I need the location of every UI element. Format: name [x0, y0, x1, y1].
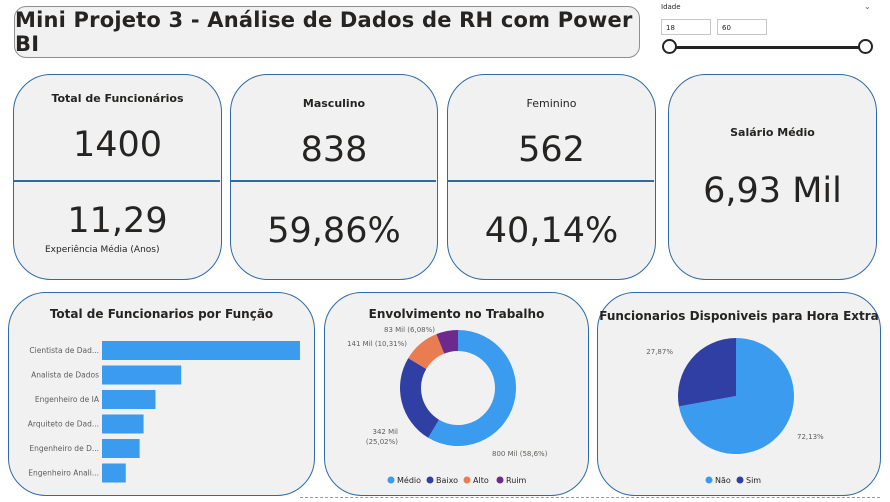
kpi-female-value: 562	[518, 130, 585, 170]
kpi-male-value: 838	[300, 130, 368, 170]
kpi-male-pct: 59,86%	[267, 211, 401, 251]
kpi-card-salary: Salário Médio 6,93 Mil	[668, 74, 877, 280]
legend-label[interactable]: Ruim	[506, 476, 526, 485]
chart-card-role: Total de Funcionarios por Função Cientis…	[8, 292, 315, 496]
bar[interactable]	[102, 365, 182, 385]
slicer-min-input[interactable]: 18	[661, 19, 711, 35]
donut-data-label: 83 Mil (6,08%)	[384, 326, 435, 334]
kpi-card-male: Masculino 838 59,86%	[230, 74, 438, 280]
legend-dot	[496, 476, 504, 484]
bottom-divider	[300, 497, 880, 502]
legend-dot	[705, 476, 713, 484]
legend-label[interactable]: Baixo	[436, 476, 458, 485]
slider-handle-min[interactable]	[662, 39, 677, 54]
pie-chart: 72,13% 27,87% Não Sim	[646, 338, 824, 485]
bar-category-label: Cientista de Dad...	[29, 346, 99, 355]
legend-label[interactable]: Médio	[397, 475, 421, 485]
legend-label[interactable]: Alto	[473, 476, 489, 485]
bar-category-label: Engenheiro de D...	[29, 444, 99, 453]
divider	[231, 180, 436, 182]
kpi-card-total: Total de Funcionários 1400 11,29 Experiê…	[13, 74, 222, 280]
legend-label[interactable]: Não	[715, 476, 731, 485]
slicer-label: Idade	[661, 3, 681, 11]
bar[interactable]	[102, 463, 126, 483]
kpi-female-pct: 40,14%	[484, 211, 619, 251]
bar-chart: Cientista de Dad... Analista de Dados Enge…	[28, 341, 300, 483]
report-title-box: Mini Projeto 3 - Análise de Dados de RH …	[14, 6, 640, 58]
kpi-salary-value: 6,93 Mil	[703, 171, 842, 211]
kpi-total-value: 1400	[72, 125, 163, 165]
donut-data-label: (25,02%)	[366, 438, 398, 446]
bar-category-label: Engenheiro de IA	[35, 395, 100, 404]
donut-data-label: 800 Mil (58,6%)	[492, 450, 548, 458]
pie-slice[interactable]	[678, 338, 736, 407]
kpi-female-label: Feminino	[526, 97, 577, 110]
legend-dot	[426, 476, 434, 484]
slicer-max-input[interactable]: 60	[717, 19, 767, 35]
slider-track[interactable]	[670, 46, 866, 49]
chart-card-engagement: Envolvimento no Trabalho 800 Mil (58,6%)…	[324, 292, 589, 496]
slider-handle-max[interactable]	[858, 39, 873, 54]
chevron-down-icon[interactable]: ⌄	[864, 2, 871, 11]
bar[interactable]	[102, 341, 300, 360]
kpi-experience-value: 11,29	[67, 201, 168, 241]
donut-slice[interactable]	[400, 358, 439, 438]
bar[interactable]	[102, 439, 140, 458]
age-slicer: Idade ⌄ 18 60	[660, 2, 878, 62]
donut-data-label: 141 Mil (10,31%)	[347, 340, 407, 348]
kpi-salary-label: Salário Médio	[730, 126, 815, 139]
chart-role-title: Total de Funcionarios por Função	[49, 307, 274, 321]
donut-data-label: 342 Mil	[372, 428, 398, 436]
kpi-total-label: Total de Funcionários	[51, 92, 184, 105]
legend-label[interactable]: Sim	[746, 476, 761, 485]
report-title: Mini Projeto 3 - Análise de Dados de RH …	[15, 8, 633, 56]
legend-dot	[736, 476, 744, 484]
bar-category-label: Arquiteto de Dad...	[28, 420, 99, 429]
bar[interactable]	[102, 414, 144, 434]
chart-engagement-title: Envolvimento no Trabalho	[368, 307, 545, 321]
kpi-male-label: Masculino	[302, 97, 366, 110]
legend-dot	[387, 476, 395, 484]
divider	[14, 180, 220, 182]
bar[interactable]	[102, 390, 156, 409]
chart-card-overtime: Funcionarios Disponiveis para Hora Extra…	[597, 292, 881, 496]
kpi-card-female: Feminino 562 40,14%	[447, 74, 656, 280]
pie-data-label: 27,87%	[646, 348, 673, 356]
chart-overtime-title: Funcionarios Disponiveis para Hora Extra	[599, 309, 879, 323]
bar-category-label: Engenheiro Anali...	[28, 469, 99, 478]
bar-category-label: Analista de Dados	[31, 371, 99, 380]
legend-dot	[463, 476, 471, 484]
pie-data-label: 72,13%	[797, 433, 824, 441]
donut-chart: 800 Mil (58,6%) 342 Mil (25,02%) 141 Mil (1…	[347, 326, 548, 485]
divider	[448, 180, 654, 182]
kpi-experience-label: Experiência Média (Anos)	[45, 245, 160, 255]
